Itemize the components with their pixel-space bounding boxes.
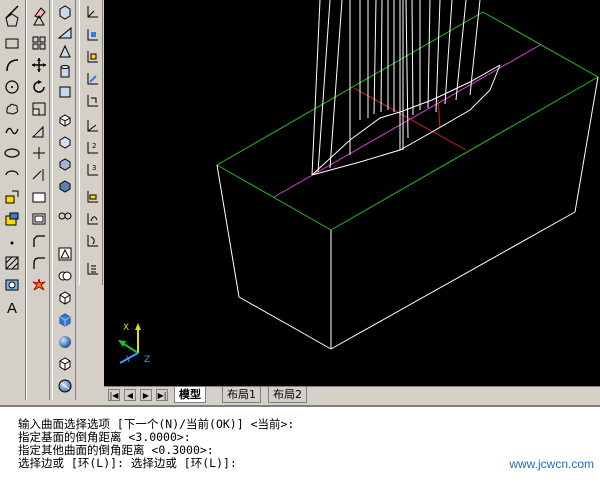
cylinder-icon[interactable] bbox=[55, 62, 75, 82]
circle-icon[interactable] bbox=[2, 77, 22, 97]
ucs-y-icon[interactable] bbox=[82, 231, 102, 251]
fillet-icon[interactable] bbox=[29, 253, 49, 273]
svg-text:2: 2 bbox=[92, 142, 96, 150]
ucs-object-icon[interactable] bbox=[82, 91, 102, 111]
ucs-view-icon[interactable] bbox=[82, 116, 102, 136]
polygon-icon[interactable] bbox=[2, 10, 22, 30]
layout-tab-bar: |◀ ◀ ▶ ▶| 模型 布局1 布局2 bbox=[104, 386, 600, 403]
dome-icon[interactable] bbox=[55, 354, 75, 374]
draw-toolbar: A bbox=[0, 0, 26, 400]
ucs-x-label: X bbox=[123, 323, 129, 333]
box-3d-icon[interactable] bbox=[55, 310, 75, 330]
view-3d-icon[interactable] bbox=[55, 288, 75, 308]
spline-icon[interactable] bbox=[2, 121, 22, 141]
ucs-face-icon[interactable] bbox=[82, 69, 102, 89]
multiline-text-icon[interactable]: A bbox=[2, 297, 22, 317]
ucs-world-icon[interactable] bbox=[82, 25, 102, 45]
ucs-named-icon[interactable] bbox=[82, 259, 102, 279]
chamfer-icon[interactable] bbox=[29, 231, 49, 251]
point-icon[interactable] bbox=[2, 231, 22, 251]
model-space-viewport[interactable]: X Y Z bbox=[104, 0, 600, 386]
ucs-toolbar: 2 3 bbox=[79, 0, 103, 285]
svg-text:A: A bbox=[7, 300, 17, 315]
tab-layout2[interactable]: 布局2 bbox=[268, 387, 307, 403]
wireframe-drawing: X Y Z bbox=[118, 0, 599, 365]
ucs-z-label: Z bbox=[144, 355, 150, 365]
join-icon[interactable] bbox=[29, 209, 49, 229]
copy-icon[interactable] bbox=[29, 11, 49, 31]
revcloud-icon[interactable] bbox=[2, 99, 22, 119]
hatch-icon[interactable] bbox=[2, 253, 22, 273]
ucs-zaxis-icon[interactable]: 3 bbox=[82, 160, 102, 180]
mirror-icon[interactable] bbox=[29, 33, 49, 53]
sphere-icon[interactable] bbox=[55, 82, 75, 102]
torus-shaded-icon[interactable] bbox=[55, 376, 75, 396]
command-line-4[interactable]: 选择边或 [环(L)]: 选择边或 [环(L)]: bbox=[18, 455, 237, 471]
trim-icon[interactable] bbox=[29, 143, 49, 163]
prev-tab-button[interactable]: ◀ bbox=[124, 389, 136, 401]
region-icon[interactable] bbox=[2, 275, 22, 295]
ucs-3point-icon[interactable] bbox=[82, 187, 102, 207]
first-tab-button[interactable]: |◀ bbox=[108, 389, 120, 401]
explode-icon[interactable] bbox=[29, 275, 49, 295]
ucs-previous-icon[interactable] bbox=[82, 47, 102, 67]
arc-icon[interactable] bbox=[2, 55, 22, 75]
revolve-icon[interactable] bbox=[55, 176, 75, 196]
ucs-y-label: Y bbox=[125, 355, 132, 365]
svg-text:3: 3 bbox=[92, 164, 96, 172]
wedge-icon[interactable] bbox=[55, 22, 75, 42]
ucs-origin-icon[interactable]: 2 bbox=[82, 138, 102, 158]
rectangle-icon[interactable] bbox=[2, 33, 22, 53]
extend-icon[interactable] bbox=[29, 165, 49, 185]
last-tab-button[interactable]: ▶| bbox=[156, 389, 168, 401]
solids-toolbar bbox=[52, 0, 76, 400]
torus-icon[interactable] bbox=[55, 110, 75, 130]
make-block-icon[interactable] bbox=[2, 209, 22, 229]
ucs-icon[interactable] bbox=[82, 2, 102, 22]
interfere-icon[interactable] bbox=[55, 266, 75, 286]
watermark: www.jcwcn.com bbox=[509, 457, 594, 471]
scale-icon[interactable] bbox=[29, 99, 49, 119]
rotate-icon[interactable] bbox=[29, 77, 49, 97]
insert-block-icon[interactable] bbox=[2, 187, 22, 207]
sphere-shaded-icon[interactable] bbox=[55, 332, 75, 352]
ucs-axis-icon: X Y Z bbox=[118, 323, 150, 365]
break-icon[interactable] bbox=[29, 187, 49, 207]
offset-icon[interactable] bbox=[29, 55, 49, 75]
extrude-icon[interactable] bbox=[55, 154, 75, 174]
cone-icon[interactable] bbox=[55, 42, 75, 62]
tab-layout1[interactable]: 布局1 bbox=[222, 387, 261, 403]
ucs-x-icon[interactable] bbox=[82, 209, 102, 229]
modify-toolbar bbox=[26, 0, 50, 400]
slice-icon[interactable] bbox=[55, 205, 75, 225]
ellipse-icon[interactable] bbox=[2, 143, 22, 163]
section-icon[interactable] bbox=[55, 244, 75, 264]
next-tab-button[interactable]: ▶ bbox=[140, 389, 152, 401]
stretch-icon[interactable] bbox=[29, 121, 49, 141]
box-icon[interactable] bbox=[55, 2, 75, 22]
tab-model[interactable]: 模型 bbox=[174, 387, 206, 403]
pyramid-icon[interactable] bbox=[55, 132, 75, 152]
ellipse-arc-icon[interactable] bbox=[2, 165, 22, 185]
